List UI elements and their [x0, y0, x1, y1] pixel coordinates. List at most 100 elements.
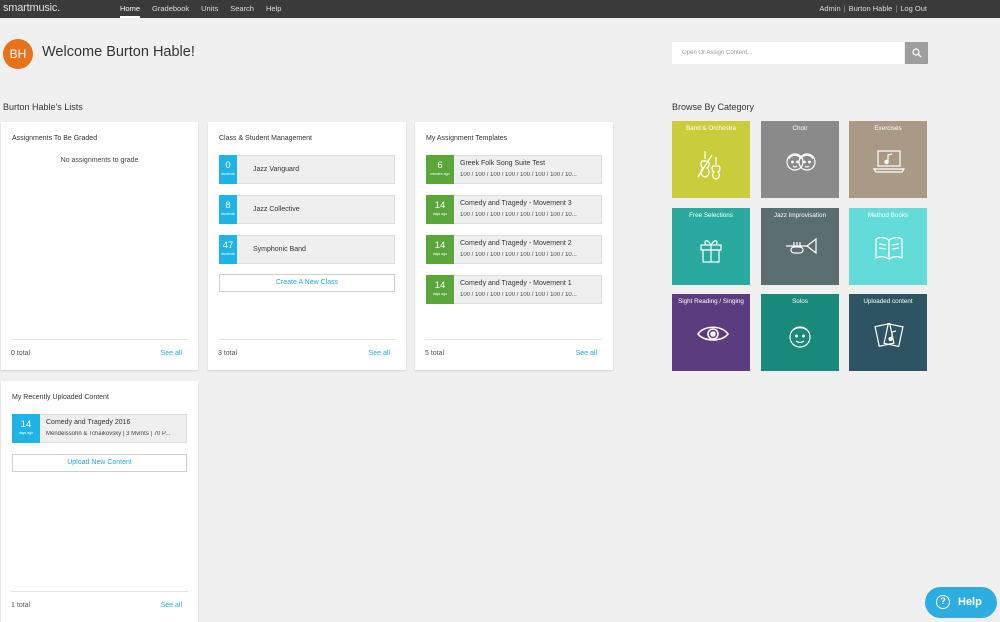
- card-footer: 0 total See all: [11, 339, 188, 357]
- see-all-link[interactable]: See all: [161, 602, 182, 609]
- template-scores: 100 / 100 / 100 / 100 / 100 / 100 / 100 …: [460, 252, 577, 258]
- category-label: Exercises: [874, 125, 902, 132]
- time-badge: 14 days ago: [426, 275, 454, 304]
- card-footer: 1 total See all: [11, 591, 188, 609]
- uploaded-row[interactable]: 14 days ago Comedy and Tragedy 2016 Mende…: [12, 414, 187, 443]
- search-button[interactable]: [905, 42, 928, 64]
- logo[interactable]: smartmusic.: [3, 2, 60, 14]
- card-footer: 3 total See all: [218, 339, 396, 357]
- category-choir[interactable]: Choir: [761, 121, 839, 198]
- card-uploaded-content: My Recently Uploaded Content 14 days ago …: [1, 381, 198, 622]
- category-label: Method Books: [867, 212, 909, 219]
- nav-separator: |: [895, 4, 898, 13]
- category-label: Free Selections: [689, 212, 733, 219]
- student-count-badge: 0 students: [219, 155, 237, 184]
- user-nav: Admin | Burton Hable | Log Out: [819, 0, 927, 17]
- content-name: Comedy and Tragedy 2016: [46, 419, 131, 426]
- category-uploaded-content[interactable]: Uploaded content: [849, 294, 927, 371]
- template-name: Greek Folk Song Suite Test: [460, 160, 546, 167]
- nav-logout[interactable]: Log Out: [900, 0, 927, 17]
- total-count: 1 total: [11, 602, 31, 609]
- page-title: Welcome Burton Hable!: [42, 44, 195, 60]
- nav-gradebook[interactable]: Gradebook: [152, 0, 189, 18]
- card-class-management: Class & Student Management 0 students Jaz…: [208, 122, 406, 370]
- time-badge: 6 minutes ago: [426, 155, 454, 184]
- trumpet-icon: [786, 237, 817, 255]
- category-label: Jazz Improvisation: [773, 212, 827, 219]
- total-count: 0 total: [11, 350, 31, 357]
- card-title: Assignments To Be Graded: [12, 135, 98, 142]
- help-button[interactable]: ? Help: [925, 587, 997, 618]
- book-icon: [875, 237, 903, 261]
- empty-message: No assignments to grade: [60, 157, 139, 164]
- create-class-button[interactable]: Create A New Class: [219, 274, 395, 292]
- class-name: Jazz Vanguard: [253, 166, 300, 173]
- see-all-link[interactable]: See all: [576, 350, 597, 357]
- template-name: Comedy and Tragedy - Movement 1: [460, 280, 572, 287]
- card-title: My Recently Uploaded Content: [12, 394, 109, 401]
- lists-title: Burton Hable's Lists: [3, 102, 83, 112]
- help-label: Help: [958, 596, 982, 608]
- total-count: 3 total: [218, 350, 238, 357]
- template-row[interactable]: 14 days ago Comedy and Tragedy - Movement…: [426, 235, 602, 264]
- total-count: 5 total: [425, 350, 445, 357]
- template-row[interactable]: 14 days ago Comedy and Tragedy - Movement…: [426, 195, 602, 224]
- nav-help[interactable]: Help: [266, 0, 281, 18]
- see-all-link[interactable]: See all: [161, 350, 182, 357]
- browse-title: Browse By Category: [672, 102, 755, 112]
- nav-home[interactable]: Home: [120, 0, 141, 18]
- content-details: Mendelssohn & Tchaikovsky | 3 Mvmts | 70…: [46, 431, 171, 437]
- violin-icon: [697, 151, 721, 180]
- avatar: BH: [3, 39, 33, 69]
- time-badge: 14 days ago: [426, 235, 454, 264]
- faces-icon: [786, 153, 816, 171]
- category-free-selections[interactable]: Free Selections: [672, 208, 750, 285]
- category-solos[interactable]: Solos: [761, 294, 839, 371]
- card-title: My Assignment Templates: [426, 135, 508, 142]
- nav-search[interactable]: Search: [230, 0, 254, 18]
- eye-icon: [697, 326, 729, 341]
- class-row[interactable]: 47 students Symphonic Band: [219, 235, 395, 264]
- category-label: Band & Orchestra: [685, 125, 737, 132]
- help-icon: ?: [936, 595, 950, 609]
- nav-units[interactable]: Units: [201, 0, 218, 18]
- class-row[interactable]: 8 students Jazz Collective: [219, 195, 395, 224]
- see-all-link[interactable]: See all: [369, 350, 390, 357]
- category-jazz-improvisation[interactable]: Jazz Improvisation: [761, 208, 839, 285]
- card-title: Class & Student Management: [219, 135, 312, 142]
- class-name: Jazz Collective: [253, 206, 300, 213]
- top-nav: smartmusic. Home Gradebook Units Search …: [0, 0, 1000, 18]
- card-assignment-templates: My Assignment Templates 6 minutes ago Gre…: [415, 122, 613, 370]
- search-icon: [912, 48, 922, 58]
- nav-separator: |: [843, 4, 846, 13]
- category-exercises[interactable]: Exercises: [849, 121, 927, 198]
- category-band-orchestra[interactable]: Band & Orchestra: [672, 121, 750, 198]
- main-nav: Home Gradebook Units Search Help: [120, 0, 293, 18]
- card-footer: 5 total See all: [425, 339, 603, 357]
- nav-user-name[interactable]: Burton Hable: [849, 0, 893, 17]
- upload-content-button[interactable]: Upload New Content: [12, 454, 187, 472]
- template-row[interactable]: 6 minutes ago Greek Folk Song Suite Test …: [426, 155, 602, 184]
- category-label: Solos: [792, 298, 808, 305]
- template-name: Comedy and Tragedy - Movement 3: [460, 200, 572, 207]
- card-assignments-to-grade: Assignments To Be Graded No assignments …: [1, 122, 198, 370]
- template-scores: 100 / 100 / 100 / 100 / 100 / 100 / 100 …: [460, 292, 577, 298]
- template-scores: 100 / 100 / 100 / 100 / 100 / 100 / 100 …: [460, 212, 577, 218]
- student-count-badge: 8 students: [219, 195, 237, 224]
- template-scores: 100 / 100 / 100 / 100 / 100 / 100 / 100 …: [460, 172, 577, 178]
- nav-admin[interactable]: Admin: [819, 0, 840, 17]
- class-row[interactable]: 0 students Jazz Vanguard: [219, 155, 395, 184]
- category-sight-reading[interactable]: Sight Reading / Singing: [672, 294, 750, 371]
- time-badge: 14 days ago: [12, 414, 40, 443]
- category-label: Uploaded content: [863, 298, 913, 305]
- class-name: Symphonic Band: [253, 246, 306, 253]
- search-input[interactable]: [672, 42, 904, 64]
- time-badge: 14 days ago: [426, 195, 454, 224]
- face-icon: [789, 326, 811, 348]
- category-label: Choir: [792, 125, 808, 132]
- template-row[interactable]: 14 days ago Comedy and Tragedy - Movement…: [426, 275, 602, 304]
- laptop-music-icon: [873, 150, 905, 173]
- category-method-books[interactable]: Method Books: [849, 208, 927, 285]
- category-label: Sight Reading / Singing: [678, 298, 744, 305]
- cards-icon: [874, 322, 904, 348]
